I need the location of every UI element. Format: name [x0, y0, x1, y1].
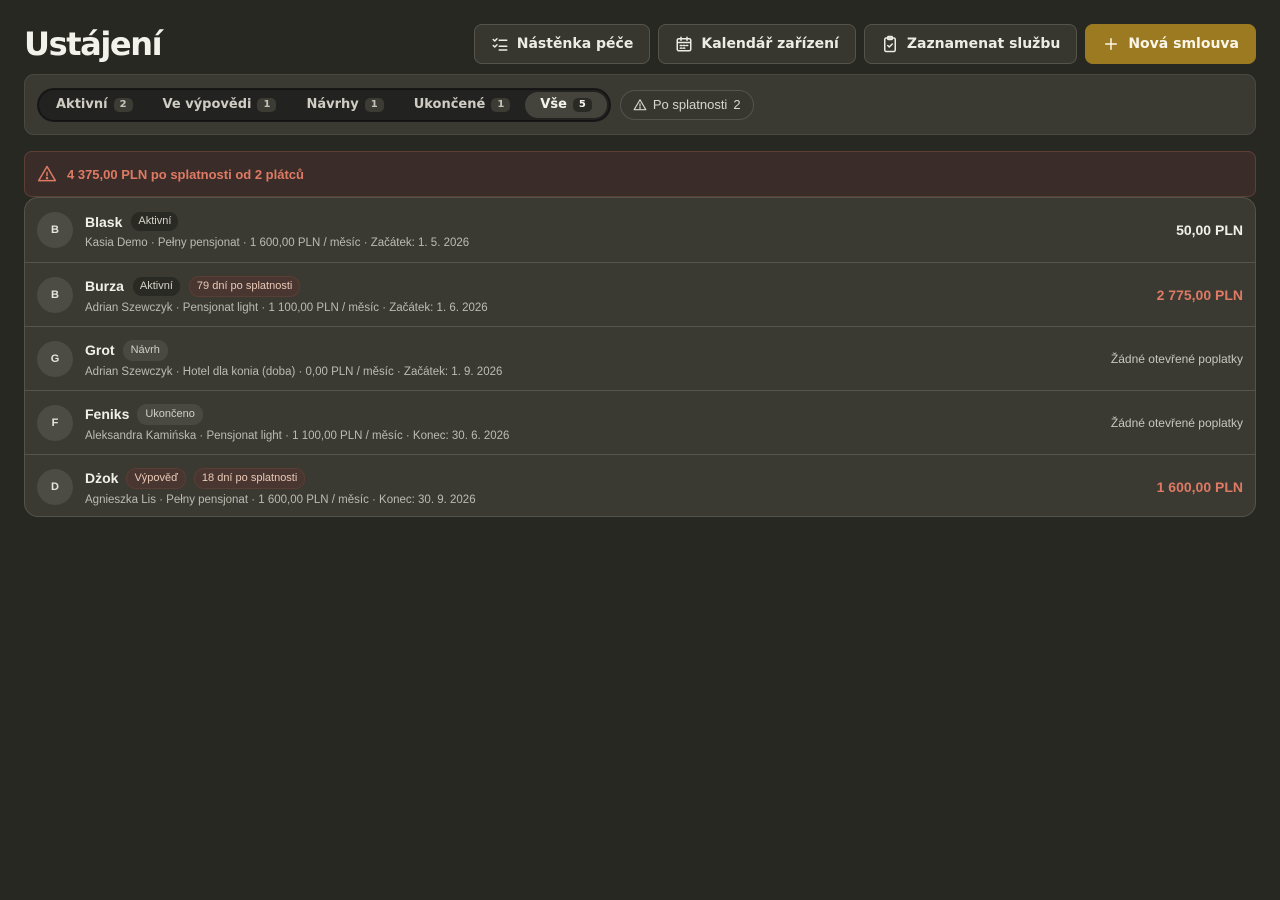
tab-all[interactable]: Vše 5 — [525, 91, 607, 118]
avatar: G — [37, 340, 73, 377]
contract-meta: Agnieszka Lis · Pełny pensjonat · 1 600,… — [85, 493, 476, 506]
calendar-icon — [676, 36, 692, 52]
tab-label: Aktivní — [56, 97, 108, 112]
contract-title-line: Feniks Ukončeno — [85, 403, 1111, 425]
contract-title-line: Dżok Výpověď 18 dní po splatnosti — [85, 467, 1157, 489]
table-row[interactable]: B Burza Aktivní 79 dní po splatnosti Adr… — [25, 262, 1255, 326]
tab-ended[interactable]: Ukončené 1 — [399, 92, 526, 118]
avatar: B — [37, 212, 73, 248]
contract-amount: 50,00 PLN — [1176, 222, 1243, 238]
contract-meta: Kasia Demo · Pełny pensjonat · 1 600,00 … — [85, 237, 470, 249]
tab-notice[interactable]: Ve výpovědi 1 — [148, 92, 292, 118]
overdue-filter-chip[interactable]: Po splatnosti 2 — [619, 89, 754, 120]
filter-panel: Aktivní 2 Ve výpovědi 1 Návrhy 1 Ukončen… — [24, 74, 1256, 135]
contract-amount: 1 600,00 PLN — [1156, 478, 1243, 495]
horse-name: Blask — [85, 213, 123, 230]
overdue-alert: 4 375,00 PLN po splatnosti od 2 plátců — [24, 151, 1256, 197]
contract-info: Blask Aktivní Kasia Demo · Pełny pensjon… — [85, 211, 1176, 249]
tab-count: 1 — [364, 97, 384, 112]
contract-title-line: Blask Aktivní — [85, 211, 1176, 232]
tab-active[interactable]: Aktivní 2 — [41, 92, 148, 118]
status-badge: Ukončeno — [137, 403, 203, 425]
avatar: D — [37, 468, 73, 505]
tab-label: Návrhy — [306, 97, 359, 112]
log-service-label: Zaznamenat službu — [906, 36, 1061, 52]
new-contract-button[interactable]: Nová smlouva — [1085, 24, 1256, 64]
horse-name: Burza — [85, 278, 124, 294]
facility-calendar-button[interactable]: Kalendář zařízení — [658, 24, 856, 64]
clipboard-check-icon — [883, 35, 896, 53]
table-row[interactable]: B Blask Aktivní Kasia Demo · Pełny pensj… — [25, 198, 1255, 262]
horse-name: Grot — [85, 342, 115, 358]
overdue-chip-label: Po splatnosti — [652, 97, 728, 112]
contract-meta: Aleksandra Kamińska · Pensjonat light · … — [85, 429, 510, 442]
contract-meta: Adrian Szewczyk · Pensjonat light · 1 10… — [85, 301, 488, 314]
table-row[interactable]: D Dżok Výpověď 18 dní po splatnosti Agni… — [25, 454, 1255, 516]
avatar: F — [37, 404, 73, 441]
header-actions: Nástěnka péče Kalendář zařízení Zaznamen… — [473, 24, 1256, 64]
contract-meta: Adrian Szewczyk · Hotel dla konia (doba)… — [85, 365, 503, 378]
tab-count: 2 — [113, 97, 133, 112]
page-header: Ustájení Nástěnka péče Kalendář zařízení… — [24, 24, 1256, 64]
overdue-badge: 18 dní po splatnosti — [193, 467, 306, 489]
status-badge: Aktivní — [130, 211, 180, 232]
avatar: B — [37, 276, 73, 313]
tab-label: Ve výpovědi — [162, 97, 252, 112]
contract-amount: Žádné otevřené poplatky — [1110, 351, 1243, 366]
overdue-badge: 79 dní po splatnosti — [188, 275, 301, 297]
checklist-icon — [492, 38, 508, 51]
facility-calendar-label: Kalendář zařízení — [701, 36, 839, 52]
status-badge: Návrh — [122, 339, 168, 361]
page-title: Ustájení — [24, 25, 163, 63]
contract-info: Dżok Výpověď 18 dní po splatnosti Agnies… — [85, 467, 1157, 506]
contract-info: Feniks Ukončeno Aleksandra Kamińska · Pe… — [85, 403, 1111, 442]
contract-list: B Blask Aktivní Kasia Demo · Pełny pensj… — [24, 197, 1256, 517]
tab-label: Vše — [540, 97, 567, 112]
tab-drafts[interactable]: Návrhy 1 — [291, 92, 398, 118]
warning-icon — [37, 165, 57, 182]
contract-title-line: Grot Návrh — [85, 339, 1111, 361]
contract-amount: 2 775,00 PLN — [1156, 286, 1243, 303]
status-tabs: Aktivní 2 Ve výpovědi 1 Návrhy 1 Ukončen… — [37, 87, 611, 122]
status-badge: Aktivní — [131, 275, 181, 297]
horse-name: Feniks — [85, 406, 130, 422]
table-row[interactable]: G Grot Návrh Adrian Szewczyk · Hotel dla… — [25, 326, 1255, 390]
plus-icon — [1105, 38, 1118, 50]
tab-count: 1 — [257, 97, 277, 112]
care-board-button[interactable]: Nástěnka péče — [473, 24, 651, 64]
contract-info: Burza Aktivní 79 dní po splatnosti Adria… — [85, 275, 1157, 314]
contract-amount: Žádné otevřené poplatky — [1110, 415, 1243, 430]
overdue-alert-text: 4 375,00 PLN po splatnosti od 2 plátců — [67, 166, 304, 182]
tab-count: 5 — [572, 97, 592, 112]
table-row[interactable]: F Feniks Ukončeno Aleksandra Kamińska · … — [25, 390, 1255, 454]
status-badge: Výpověď — [126, 467, 186, 489]
care-board-label: Nástěnka péče — [516, 36, 634, 52]
contract-title-line: Burza Aktivní 79 dní po splatnosti — [85, 275, 1157, 297]
contract-info: Grot Návrh Adrian Szewczyk · Hotel dla k… — [85, 339, 1111, 378]
new-contract-label: Nová smlouva — [1128, 36, 1239, 52]
tab-count: 1 — [491, 97, 511, 112]
tab-label: Ukončené — [413, 97, 486, 112]
overdue-chip-count: 2 — [733, 97, 741, 112]
log-service-button[interactable]: Zaznamenat službu — [863, 24, 1078, 64]
horse-name: Dżok — [85, 470, 119, 486]
warning-icon — [633, 98, 647, 110]
